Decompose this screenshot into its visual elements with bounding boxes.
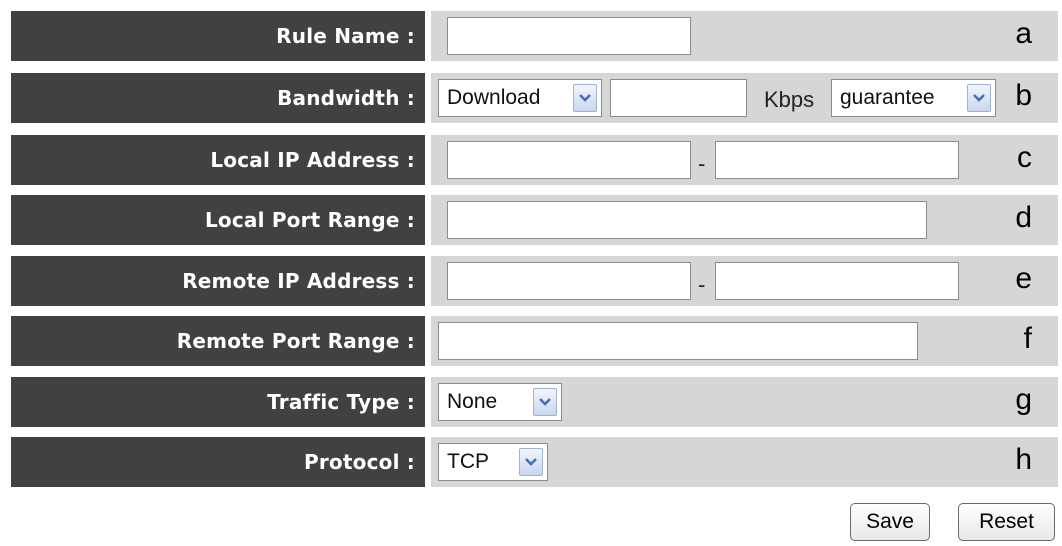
row-rule-name: Rule Name : a: [0, 11, 1062, 61]
bandwidth-label: Bandwidth :: [11, 73, 425, 123]
protocol-label: Protocol :: [11, 437, 425, 487]
remote-port-input[interactable]: [438, 322, 918, 360]
bandwidth-cell: Download Kbps guarantee b: [431, 73, 1058, 123]
bandwidth-direction-value: Download: [447, 86, 541, 109]
row-letter-g: g: [1015, 383, 1032, 416]
rule-name-input[interactable]: [447, 17, 691, 55]
protocol-value: TCP: [447, 450, 489, 473]
row-letter-e: e: [1015, 262, 1032, 295]
row-letter-c: c: [1017, 141, 1032, 174]
chevron-down-icon: [533, 388, 557, 416]
row-local-ip: Local IP Address : - c: [0, 135, 1062, 185]
save-button[interactable]: Save: [850, 503, 930, 541]
row-letter-a: a: [1015, 17, 1032, 50]
remote-ip-cell: - e: [431, 256, 1058, 306]
traffic-type-value: None: [447, 390, 498, 413]
row-bandwidth: Bandwidth : Download Kbps guarantee b: [0, 73, 1062, 123]
reset-button[interactable]: Reset: [958, 503, 1055, 541]
protocol-select[interactable]: TCP: [438, 443, 548, 481]
remote-ip-separator: -: [698, 272, 706, 297]
remote-ip-from-input[interactable]: [447, 262, 691, 300]
row-letter-h: h: [1015, 443, 1032, 476]
bandwidth-mode-select[interactable]: guarantee: [831, 79, 996, 117]
traffic-type-label: Traffic Type :: [11, 377, 425, 427]
row-protocol: Protocol : TCP h: [0, 437, 1062, 487]
protocol-cell: TCP h: [431, 437, 1058, 487]
local-ip-separator: -: [698, 151, 706, 176]
rule-name-cell: a: [431, 11, 1058, 61]
chevron-down-icon: [967, 84, 991, 112]
row-remote-ip: Remote IP Address : - e: [0, 256, 1062, 306]
row-letter-b: b: [1015, 79, 1032, 112]
local-ip-to-input[interactable]: [715, 141, 959, 179]
local-ip-label: Local IP Address :: [11, 135, 425, 185]
row-letter-f: f: [1023, 322, 1032, 355]
local-ip-from-input[interactable]: [447, 141, 691, 179]
remote-port-label: Remote Port Range :: [11, 316, 425, 366]
local-port-label: Local Port Range :: [11, 195, 425, 245]
row-letter-d: d: [1015, 201, 1032, 234]
row-traffic-type: Traffic Type : None g: [0, 377, 1062, 427]
chevron-down-icon: [519, 448, 543, 476]
bandwidth-direction-select[interactable]: Download: [438, 79, 602, 117]
bandwidth-mode-value: guarantee: [840, 86, 935, 109]
remote-ip-label: Remote IP Address :: [11, 256, 425, 306]
local-port-cell: d: [431, 195, 1058, 245]
remote-port-cell: f: [431, 316, 1058, 366]
remote-ip-to-input[interactable]: [715, 262, 959, 300]
chevron-down-icon: [573, 84, 597, 112]
traffic-type-select[interactable]: None: [438, 383, 562, 421]
local-ip-cell: - c: [431, 135, 1058, 185]
traffic-type-cell: None g: [431, 377, 1058, 427]
bandwidth-unit: Kbps: [764, 87, 815, 112]
row-local-port: Local Port Range : d: [0, 195, 1062, 245]
rule-name-label: Rule Name :: [11, 11, 425, 61]
row-remote-port: Remote Port Range : f: [0, 316, 1062, 366]
local-port-input[interactable]: [447, 201, 927, 239]
bandwidth-input[interactable]: [610, 79, 747, 117]
